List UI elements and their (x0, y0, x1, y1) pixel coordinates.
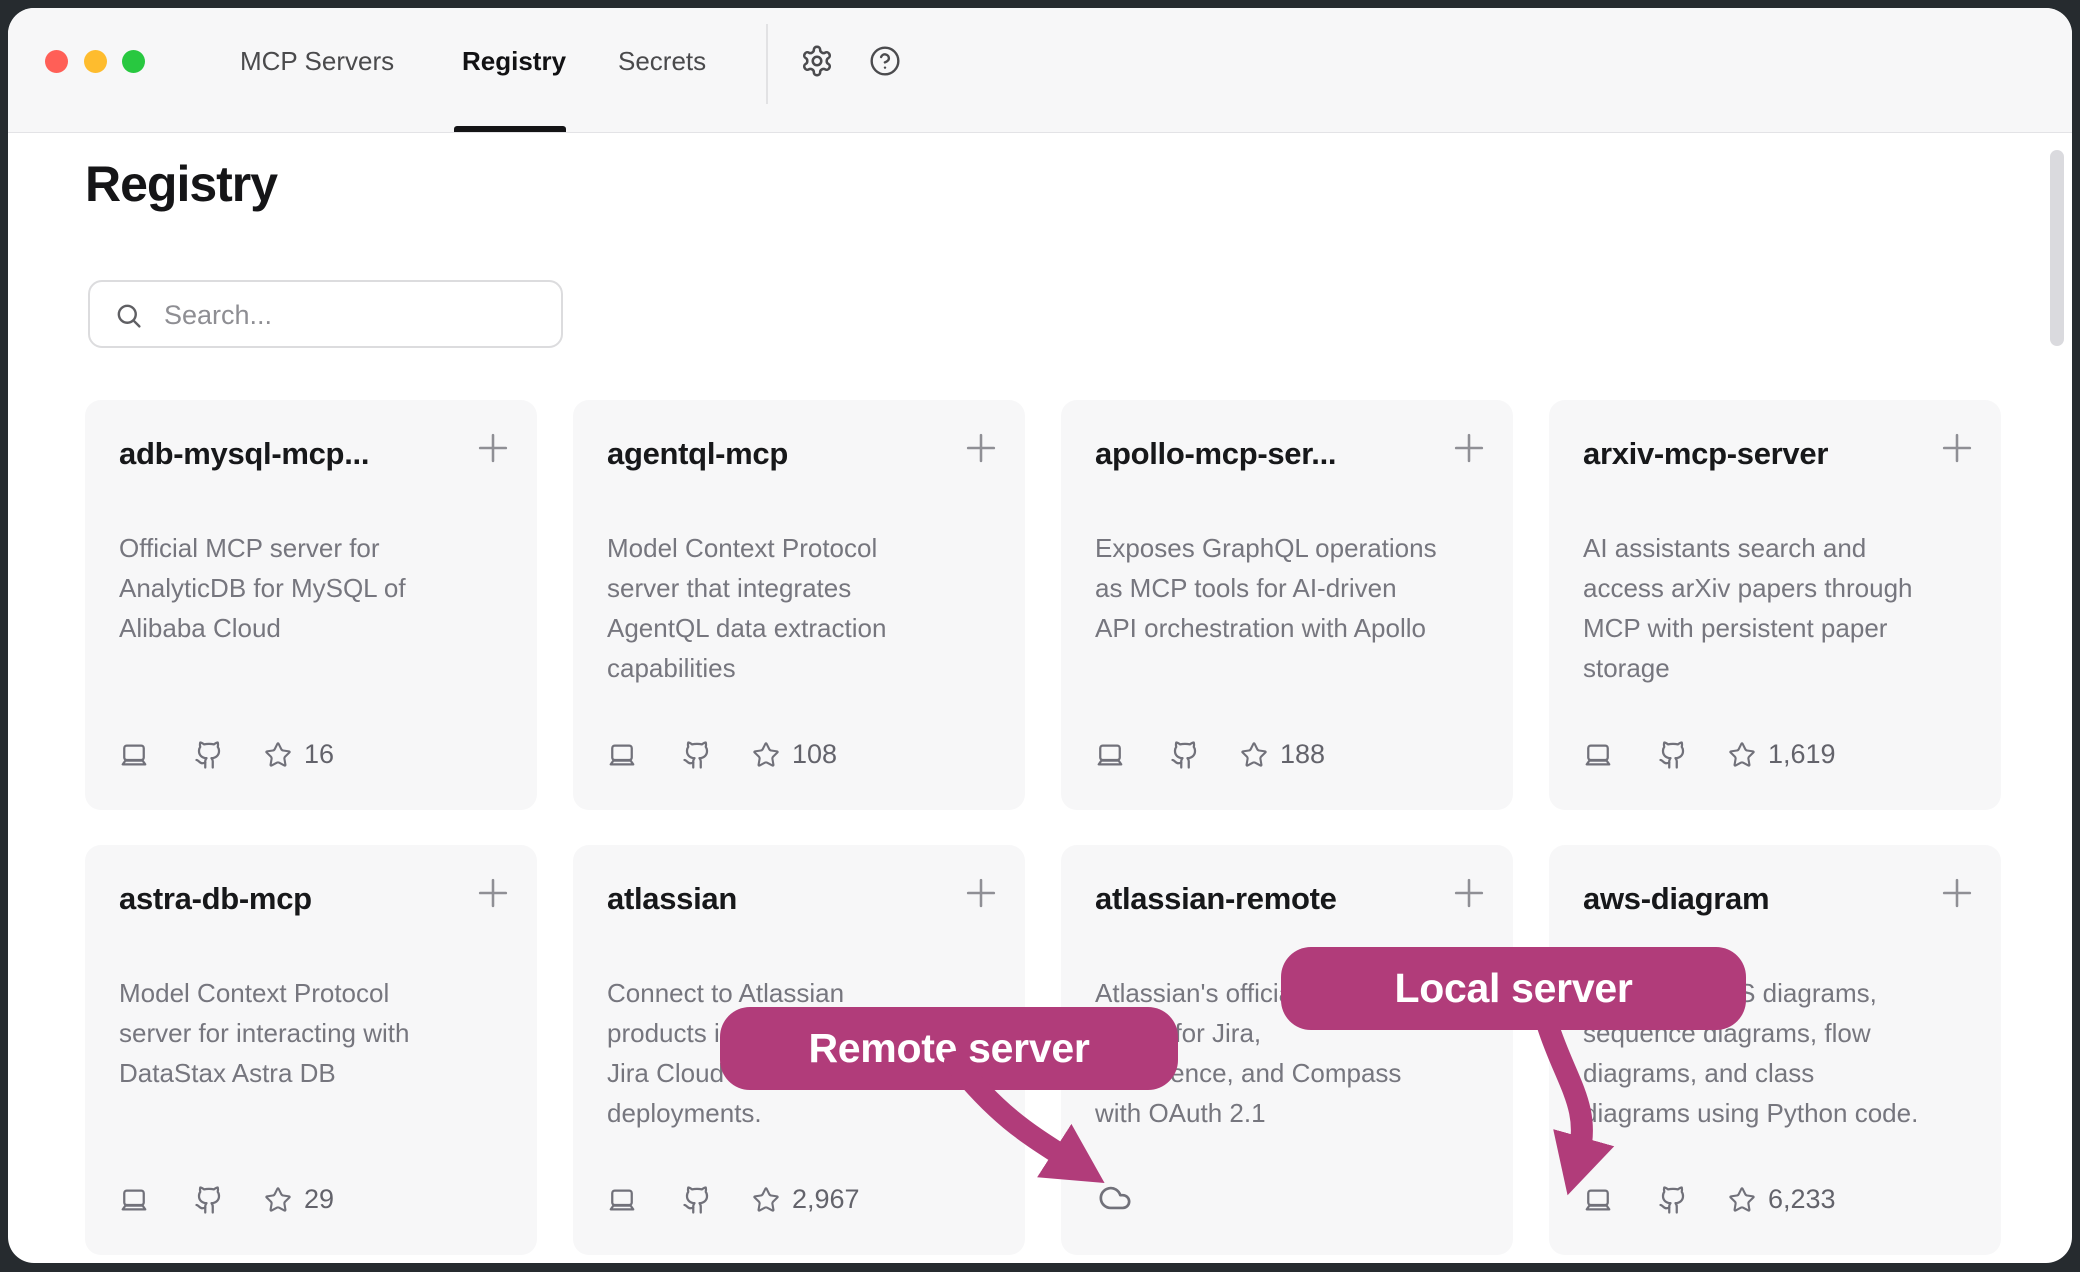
server-description: Generate AWS diagrams, sequence diagrams… (1583, 973, 1975, 1133)
server-card-footer: 6,233 (1583, 1184, 1836, 1215)
star-icon (1240, 741, 1268, 769)
laptop-icon (607, 740, 637, 770)
add-server-button[interactable] (471, 426, 515, 470)
star-count: 108 (792, 739, 837, 770)
plus-icon (1447, 871, 1491, 915)
titlebar-divider (766, 24, 768, 104)
github-icon (682, 1185, 712, 1215)
gear-icon (800, 44, 834, 78)
star-icon (264, 1186, 292, 1214)
server-card-footer: 16 (119, 739, 334, 770)
server-description: AI assistants search and access arXiv pa… (1583, 528, 1975, 688)
star-count: 16 (304, 739, 334, 770)
server-card-aws-diagram[interactable]: aws-diagram Generate AWS diagrams, seque… (1549, 845, 2001, 1255)
server-name: agentql-mcp (607, 436, 945, 472)
add-server-button[interactable] (1447, 871, 1491, 915)
close-window-button[interactable] (45, 50, 68, 73)
add-server-button[interactable] (959, 871, 1003, 915)
laptop-icon (1583, 1185, 1613, 1215)
server-card-footer: 2,967 (607, 1184, 860, 1215)
server-name: atlassian (607, 881, 945, 917)
server-card-footer: 108 (607, 739, 837, 770)
plus-icon (1935, 426, 1979, 470)
github-icon (194, 740, 224, 770)
server-name: astra-db-mcp (119, 881, 457, 917)
server-name: apollo-mcp-ser... (1095, 436, 1433, 472)
add-server-button[interactable] (471, 871, 515, 915)
active-tab-underline (454, 126, 566, 132)
titlebar: MCP Servers Registry Secrets (8, 8, 2072, 133)
minimize-window-button[interactable] (84, 50, 107, 73)
app-window: MCP Servers Registry Secrets Registry ad… (8, 8, 2072, 1263)
plus-icon (959, 426, 1003, 470)
tab-registry[interactable]: Registry (462, 46, 566, 77)
star-count: 2,967 (792, 1184, 860, 1215)
server-description: Official MCP server for AnalyticDB for M… (119, 528, 511, 648)
server-card-astra-db-mcp[interactable]: astra-db-mcp Model Context Protocol serv… (85, 845, 537, 1255)
server-description: Connect to Atlassian products including … (607, 973, 999, 1133)
star-count: 1,619 (1768, 739, 1836, 770)
server-card-apollo-mcp-server[interactable]: apollo-mcp-ser... Exposes GraphQL operat… (1061, 400, 1513, 810)
server-description: Exposes GraphQL operations as MCP tools … (1095, 528, 1487, 648)
cloud-icon (1093, 1181, 1137, 1215)
plus-icon (959, 871, 1003, 915)
server-card-grid: adb-mysql-mcp... Official MCP server for… (85, 400, 2001, 1255)
plus-icon (1935, 871, 1979, 915)
settings-button[interactable] (800, 44, 834, 78)
server-card-agentql-mcp[interactable]: agentql-mcp Model Context Protocol serve… (573, 400, 1025, 810)
star-icon (264, 741, 292, 769)
github-icon (682, 740, 712, 770)
add-server-button[interactable] (1447, 426, 1491, 470)
plus-icon (471, 426, 515, 470)
plus-icon (1447, 426, 1491, 470)
server-description: Model Context Protocol server that integ… (607, 528, 999, 688)
add-server-button[interactable] (1935, 871, 1979, 915)
add-server-button[interactable] (1935, 426, 1979, 470)
star-icon (1728, 1186, 1756, 1214)
laptop-icon (607, 1185, 637, 1215)
server-description: Atlassian's official MCP server for Jira… (1095, 973, 1487, 1133)
search-icon (114, 301, 143, 330)
plus-icon (471, 871, 515, 915)
server-card-footer: 188 (1095, 739, 1325, 770)
laptop-icon (1583, 740, 1613, 770)
server-card-footer: 1,619 (1583, 739, 1836, 770)
page-title: Registry (85, 155, 277, 213)
server-name: atlassian-remote (1095, 881, 1433, 917)
star-icon (752, 1186, 780, 1214)
star-count: 188 (1280, 739, 1325, 770)
add-server-button[interactable] (959, 426, 1003, 470)
tab-secrets[interactable]: Secrets (618, 46, 706, 77)
server-description: Model Context Protocol server for intera… (119, 973, 511, 1093)
laptop-icon (1095, 740, 1125, 770)
github-icon (1658, 740, 1688, 770)
search-box (88, 280, 563, 348)
zoom-window-button[interactable] (122, 50, 145, 73)
github-icon (1170, 740, 1200, 770)
github-icon (1658, 1185, 1688, 1215)
vertical-scrollbar-thumb[interactable] (2050, 150, 2064, 346)
server-name: arxiv-mcp-server (1583, 436, 1921, 472)
server-card-atlassian[interactable]: atlassian Connect to Atlassian products … (573, 845, 1025, 1255)
star-count: 29 (304, 1184, 334, 1215)
server-card-adb-mysql-mcp[interactable]: adb-mysql-mcp... Official MCP server for… (85, 400, 537, 810)
github-icon (194, 1185, 224, 1215)
search-input[interactable] (162, 282, 546, 348)
server-name: adb-mysql-mcp... (119, 436, 457, 472)
laptop-icon (119, 740, 149, 770)
server-name: aws-diagram (1583, 881, 1921, 917)
help-icon (869, 45, 901, 77)
laptop-icon (119, 1185, 149, 1215)
server-card-arxiv-mcp-server[interactable]: arxiv-mcp-server AI assistants search an… (1549, 400, 2001, 810)
tab-mcp-servers[interactable]: MCP Servers (240, 46, 394, 77)
star-count: 6,233 (1768, 1184, 1836, 1215)
star-icon (752, 741, 780, 769)
server-card-footer: 29 (119, 1184, 334, 1215)
server-card-atlassian-remote[interactable]: atlassian-remote Atlassian's official MC… (1061, 845, 1513, 1255)
help-button[interactable] (869, 45, 901, 77)
server-card-footer (1095, 1181, 1137, 1215)
star-icon (1728, 741, 1756, 769)
